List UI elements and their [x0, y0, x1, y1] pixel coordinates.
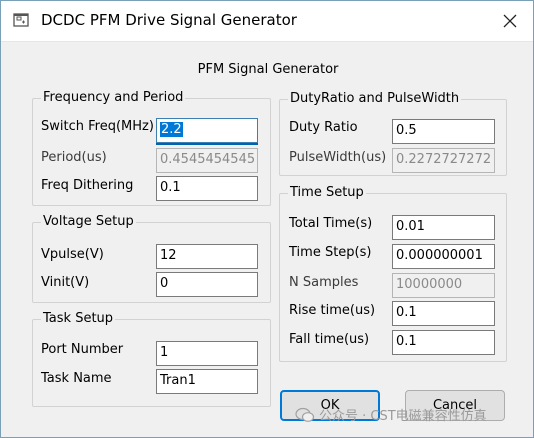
- time-setup-legend: Time Setup: [288, 185, 366, 200]
- freq-dithering-input[interactable]: 0.1: [156, 176, 258, 201]
- n-samples-field: 10000000: [392, 273, 495, 298]
- n-samples-label: N Samples: [289, 275, 359, 290]
- frequency-period-legend: Frequency and Period: [41, 90, 186, 105]
- port-number-input[interactable]: 1: [156, 341, 258, 366]
- total-time-input[interactable]: 0.01: [392, 215, 495, 240]
- app-icon: [13, 12, 29, 28]
- duty-pulse-legend: DutyRatio and PulseWidth: [288, 91, 462, 106]
- close-button[interactable]: [487, 1, 533, 41]
- total-time-label: Total Time(s): [289, 216, 373, 231]
- task-name-label: Task Name: [41, 371, 112, 386]
- pulse-width-label: PulseWidth(us): [289, 150, 387, 165]
- wechat-icon: [295, 407, 315, 423]
- period-field: 0.4545454545: [156, 148, 258, 173]
- watermark-text: 公众号 · CST电磁兼容性仿真: [319, 409, 487, 424]
- port-number-label: Port Number: [41, 342, 124, 357]
- rise-time-label: Rise time(us): [289, 303, 376, 318]
- window-title: DCDC PFM Drive Signal Generator: [41, 11, 297, 29]
- period-label: Period(us): [41, 150, 107, 165]
- time-step-input[interactable]: 0.000000001: [392, 244, 495, 269]
- duty-ratio-input[interactable]: 0.5: [392, 119, 495, 144]
- close-icon: [503, 14, 517, 28]
- vinit-input[interactable]: 0: [156, 272, 258, 297]
- vpulse-input[interactable]: 12: [156, 244, 258, 269]
- switch-freq-value: 2.2: [160, 122, 183, 137]
- voltage-setup-legend: Voltage Setup: [41, 214, 136, 229]
- rise-time-input[interactable]: 0.1: [392, 301, 495, 326]
- vpulse-label: Vpulse(V): [41, 247, 104, 262]
- switch-freq-focus-underline: [156, 143, 258, 145]
- switch-freq-label: Switch Freq(MHz): [41, 119, 154, 134]
- fall-time-label: Fall time(us): [289, 332, 370, 347]
- dialog-window: DCDC PFM Drive Signal Generator PFM Sign…: [0, 0, 534, 438]
- task-setup-legend: Task Setup: [41, 311, 116, 326]
- time-step-label: Time Step(s): [289, 245, 372, 260]
- dialog-heading: PFM Signal Generator: [197, 62, 339, 77]
- switch-freq-input[interactable]: 2.2: [156, 118, 258, 143]
- pulse-width-field: 0.2272727272: [392, 148, 495, 173]
- watermark: 公众号 · CST电磁兼容性仿真: [295, 405, 487, 424]
- title-bar[interactable]: DCDC PFM Drive Signal Generator: [1, 1, 533, 42]
- freq-dithering-label: Freq Dithering: [41, 178, 134, 193]
- vinit-label: Vinit(V): [41, 275, 90, 290]
- duty-ratio-label: Duty Ratio: [289, 120, 358, 135]
- task-name-input[interactable]: Tran1: [156, 369, 258, 394]
- fall-time-input[interactable]: 0.1: [392, 330, 495, 355]
